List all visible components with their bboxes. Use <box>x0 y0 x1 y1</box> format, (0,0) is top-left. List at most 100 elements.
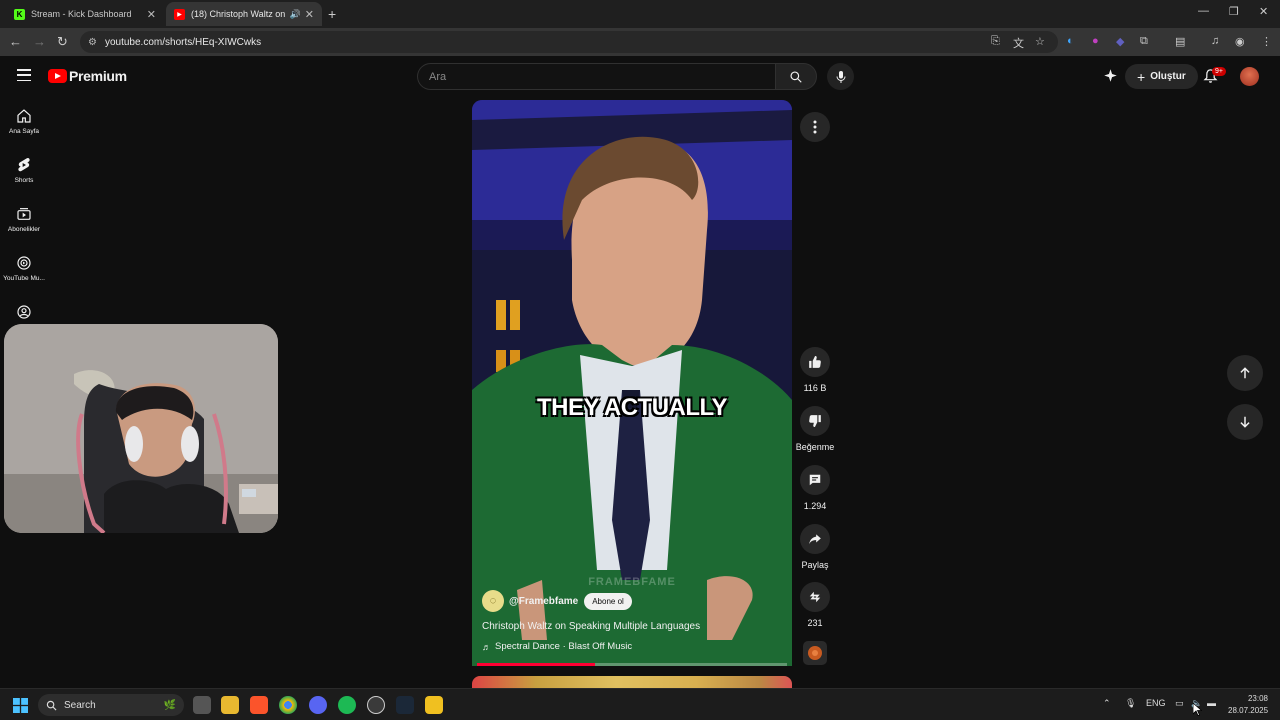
video-progress-bar[interactable] <box>477 663 787 666</box>
window-close-button[interactable]: ✕ <box>1259 5 1268 18</box>
chrome-icon[interactable] <box>279 696 297 714</box>
site-info-icon[interactable]: ⚙ <box>88 37 97 48</box>
back-button[interactable]: ← <box>9 34 22 49</box>
restore-button[interactable]: ❐ <box>1229 5 1239 18</box>
forward-button[interactable]: → <box>33 34 46 49</box>
bookmark-star-icon[interactable]: ☆ <box>1035 35 1045 48</box>
youtube-header: Premium + Oluştur <box>0 56 1280 98</box>
sidebar-item-label: Shorts <box>14 177 34 184</box>
tab-kick-dashboard[interactable]: K Stream - Kick Dashboard ✕ <box>6 2 164 26</box>
avatar[interactable] <box>1240 67 1259 86</box>
search-box[interactable] <box>417 63 775 90</box>
more-actions-button[interactable] <box>800 112 830 142</box>
sidebar-item-subscriptions[interactable]: Abonelikler <box>0 206 48 233</box>
kick-icon: K <box>14 8 25 20</box>
like-button[interactable] <box>800 347 830 377</box>
webcam-overlay <box>4 324 278 533</box>
taskbar-search-label: Search <box>64 699 96 711</box>
comment-count: 1.294 <box>803 501 827 511</box>
address-bar[interactable]: ⚙ youtube.com/shorts/HEq-XIWCwks <box>80 31 1058 53</box>
channel-avatar[interactable]: ◯ <box>482 590 504 612</box>
sidepanel-icon[interactable]: ▤ <box>1175 35 1185 48</box>
media-control-icon[interactable]: ♫ <box>1211 35 1219 47</box>
like-count: 116 B <box>803 383 827 393</box>
file-explorer-icon[interactable] <box>221 696 239 714</box>
profile-icon[interactable]: ◉ <box>1235 35 1245 48</box>
remix-count: 231 <box>807 618 823 628</box>
discord-icon[interactable] <box>309 696 327 714</box>
browser-toolbar: ← → ↻ ⚙ youtube.com/shorts/HEq-XIWCwks ⎘… <box>0 28 1280 56</box>
sound-thumbnail[interactable] <box>803 641 827 665</box>
youtube-music-icon <box>17 256 31 270</box>
music-note-icon: ♬ <box>482 641 491 652</box>
extensions-puzzle-icon[interactable]: ⧉ <box>1140 35 1148 48</box>
next-short-button[interactable] <box>1227 404 1263 440</box>
taskbar-clock[interactable]: 23:08 28.07.2025 <box>1228 693 1268 717</box>
close-icon[interactable]: ✕ <box>305 8 314 21</box>
sparkle-icon <box>1104 69 1117 82</box>
dislike-button[interactable] <box>800 406 830 436</box>
network-icon[interactable]: ▭ <box>1175 698 1184 709</box>
steam-icon[interactable] <box>396 696 414 714</box>
extension-icon[interactable]: ◆ <box>1116 35 1124 48</box>
youtube-play-icon <box>48 69 67 83</box>
app-icon[interactable] <box>425 696 443 714</box>
translate-icon[interactable]: 文 <box>1013 35 1024 51</box>
spotify-icon[interactable] <box>338 696 356 714</box>
tray-overflow-icon[interactable]: ⌃ <box>1103 698 1111 709</box>
sidebar-item-shorts[interactable]: Shorts <box>0 157 48 184</box>
sidebar-item-home[interactable]: Ana Sayfa <box>0 108 48 135</box>
task-view-icon[interactable] <box>193 696 211 714</box>
extension-icon[interactable]: ● <box>1092 35 1099 47</box>
tab-youtube-short[interactable]: ▶ (18) Christoph Waltz on Spe 🔊 ✕ <box>166 2 322 26</box>
language-indicator[interactable]: ENG <box>1146 698 1166 708</box>
sidebar-item-youtube-music[interactable]: YouTube Mu... <box>0 255 48 282</box>
channel-name[interactable]: @Framebfame <box>509 596 578 607</box>
tab-title: Stream - Kick Dashboard <box>31 9 132 19</box>
reload-button[interactable]: ↻ <box>57 34 68 50</box>
shorts-video-player[interactable]: THEY ACTUALLY FRAMEBFAME ◯ @Framebfame A… <box>472 100 792 666</box>
minimize-button[interactable]: — <box>1198 5 1209 17</box>
microphone-tray-icon[interactable]: 🎙 <box>1125 698 1136 709</box>
share-button[interactable] <box>800 524 830 554</box>
menu-icon[interactable] <box>17 69 31 81</box>
speaker-icon[interactable]: 🔊 <box>290 9 301 20</box>
install-app-icon[interactable]: ⎘ <box>991 35 1000 48</box>
subscribe-button[interactable]: Abone ol <box>584 592 632 610</box>
extension-icon[interactable]: ◐ <box>1067 35 1074 47</box>
sidebar-item-label: YouTube Mu... <box>3 275 45 282</box>
thumbs-down-icon <box>809 415 821 428</box>
battery-icon[interactable]: ▬ <box>1207 698 1216 708</box>
brave-browser-icon[interactable] <box>250 696 268 714</box>
dislike-action: Beğenme <box>796 406 834 452</box>
thumbs-up-icon <box>809 355 821 368</box>
search-input[interactable] <box>429 70 775 83</box>
voice-search-button[interactable] <box>827 63 854 90</box>
account-icon <box>17 305 31 319</box>
music-link[interactable]: ♬ Spectral Dance · Blast Off Music <box>482 641 782 652</box>
like-action: 116 B <box>796 347 834 393</box>
previous-short-button[interactable] <box>1227 355 1263 391</box>
short-title[interactable]: Christoph Waltz on Speaking Multiple Lan… <box>482 621 782 632</box>
url-text: youtube.com/shorts/HEq-XIWCwks <box>104 36 262 48</box>
close-icon[interactable]: ✕ <box>147 8 156 21</box>
sidebar-item-you[interactable] <box>0 304 48 320</box>
browser-menu-icon[interactable]: ⋮ <box>1261 35 1272 48</box>
windows-start-button[interactable] <box>13 698 28 718</box>
premium-icon[interactable] <box>1103 68 1118 88</box>
youtube-icon: ▶ <box>174 8 185 20</box>
remix-action: 231 <box>796 582 834 628</box>
create-button[interactable]: + Oluştur <box>1125 64 1198 89</box>
taskbar-search[interactable]: Search 🌿 <box>38 694 184 716</box>
short-metadata: ◯ @Framebfame Abone ol Christoph Waltz o… <box>482 590 782 652</box>
obs-icon[interactable] <box>367 696 385 714</box>
youtube-logo[interactable]: Premium <box>48 68 127 84</box>
comments-button[interactable] <box>800 465 830 495</box>
new-tab-button[interactable]: + <box>328 6 336 22</box>
search-button[interactable] <box>775 63 817 90</box>
comment-icon <box>809 474 821 486</box>
video-caption: THEY ACTUALLY <box>537 394 727 421</box>
remix-button[interactable] <box>800 582 830 612</box>
video-progress-fill <box>477 663 595 666</box>
remix-icon <box>809 591 821 603</box>
